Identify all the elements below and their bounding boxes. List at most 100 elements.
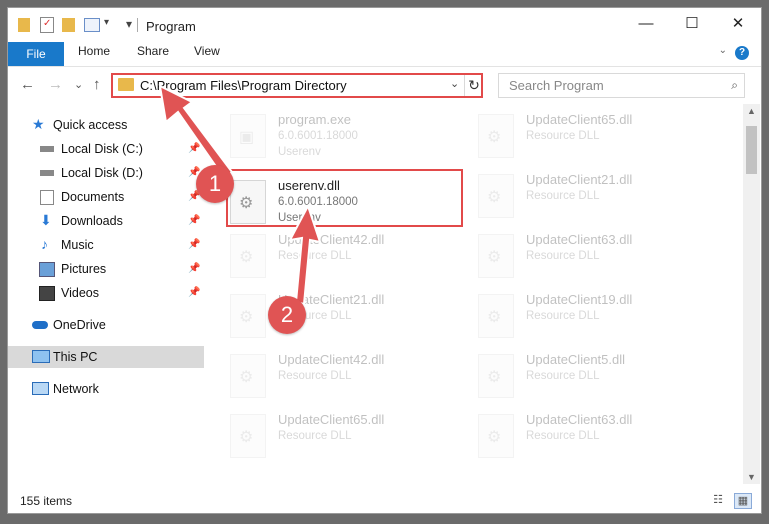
sidebar-item-onedrive[interactable]: OneDrive [8,314,204,336]
sidebar-item-label: Local Disk (C:) [61,142,143,156]
sidebar-item-quick-access[interactable]: ★ Quick access [8,114,204,136]
sidebar-item-label: This PC [53,350,98,364]
file-name: UpdateClient65.dll [526,112,633,127]
scroll-up-icon[interactable]: ▲ [743,106,760,116]
sidebar-item-label: OneDrive [53,318,106,332]
file-description: Resource DLL [526,370,600,382]
sidebar-item-videos[interactable]: Videos 📌 [8,282,204,304]
documents-icon [40,190,54,205]
network-icon [32,382,49,395]
file-version: 6.0.6001.18000 [278,130,358,142]
vertical-scrollbar[interactable]: ▲ ▼ [743,104,760,484]
pin-icon[interactable]: 📌 [188,287,200,298]
tab-share[interactable]: Share [137,44,169,58]
help-icon[interactable]: ? [735,46,749,60]
dll-icon: ⚙ [478,234,514,278]
file-item[interactable]: ▣ program.exe 6.0.6001.18000 Userenv [226,108,456,166]
dll-icon: ⚙ [230,414,266,458]
videos-icon [39,286,55,301]
dll-icon: ⚙ [478,294,514,338]
file-name: UpdateClient65.dll [278,412,385,427]
file-item[interactable]: ⚙ UpdateClient63.dll Resource DLL [474,408,704,466]
pin-icon[interactable]: 📌 [188,239,200,250]
pin-icon[interactable]: 📌 [188,215,200,226]
large-icons-view-icon[interactable]: ▦ [734,493,752,509]
file-item[interactable]: ⚙ UpdateClient21.dll Resource DLL [226,288,456,346]
sidebar-item-local-disk-c[interactable]: Local Disk (C:) 📌 [8,138,204,160]
search-icon[interactable]: ⌕ [731,78,738,93]
close-button[interactable]: ✕ [715,8,761,40]
customize-toolbar-icon[interactable] [84,18,100,32]
file-name: program.exe [278,112,351,127]
chevron-down-icon[interactable]: ▾ [104,17,109,31]
file-description: Resource DLL [526,250,600,262]
sidebar-item-label: Pictures [61,262,107,276]
dll-icon: ⚙ [478,174,514,218]
file-item[interactable]: ⚙ UpdateClient65.dll Resource DLL [226,408,456,466]
address-highlight-box [111,73,483,98]
item-count: 155 items [20,494,73,508]
scroll-down-icon[interactable]: ▼ [743,472,760,482]
sidebar-item-label: Documents [61,190,125,204]
dll-icon: ⚙ [478,114,514,158]
drive-icon [40,146,54,152]
file-name: UpdateClient21.dll [526,172,633,187]
forward-button[interactable]: → [48,76,63,93]
title-bar: ✓ ▾ ▾ Program — ☐ ✕ [8,8,761,40]
pin-icon[interactable]: 📌 [188,263,200,274]
file-name: UpdateClient19.dll [526,292,633,307]
file-description: Resource DLL [278,430,352,442]
file-item[interactable]: ⚙ UpdateClient19.dll Resource DLL [474,288,704,346]
sidebar-item-documents[interactable]: Documents 📌 [8,186,204,208]
file-name: UpdateClient42.dll [278,232,385,247]
scroll-thumb[interactable] [746,126,757,174]
step-badge-1: 1 [196,165,234,203]
search-box[interactable]: Search Program ⌕ [498,73,745,98]
drive-icon [40,170,54,176]
file-description: Userenv [278,146,321,158]
up-button[interactable]: ↑ [93,76,101,93]
exe-icon: ▣ [230,114,266,158]
tab-home[interactable]: Home [78,44,110,58]
file-name: UpdateClient63.dll [526,232,633,247]
tab-file[interactable]: File [8,42,64,66]
tab-view[interactable]: View [194,44,220,58]
file-item[interactable]: ⚙ UpdateClient42.dll Resource DLL [226,348,456,406]
computer-icon [32,350,50,363]
file-name: UpdateClient63.dll [526,412,633,427]
details-view-icon[interactable]: ☷ [710,493,726,507]
maximize-button[interactable]: ☐ [669,8,715,40]
sidebar-item-label: Local Disk (D:) [61,166,143,180]
cloud-icon [32,321,48,329]
back-button[interactable]: ← [20,76,35,93]
minimize-button[interactable]: — [623,8,669,40]
file-item[interactable]: ⚙ UpdateClient21.dll Resource DLL [474,168,704,226]
file-name: UpdateClient5.dll [526,352,626,367]
collapse-ribbon-icon[interactable]: ⌄ [719,45,727,56]
sidebar-item-local-disk-d[interactable]: Local Disk (D:) 📌 [8,162,204,184]
quick-access-dropdown-icon[interactable]: ▾ [126,17,132,31]
new-folder-icon[interactable] [62,18,75,32]
sidebar-item-label: Downloads [61,214,123,228]
file-description: Resource DLL [526,430,600,442]
sidebar-item-network[interactable]: Network [8,378,204,400]
file-item[interactable]: ⚙ UpdateClient63.dll Resource DLL [474,228,704,286]
file-item[interactable]: ⚙ UpdateClient42.dll Resource DLL [226,228,456,286]
folder-icon [18,18,30,32]
file-item[interactable]: ⚙ UpdateClient5.dll Resource DLL [474,348,704,406]
sidebar-item-label: Music [61,238,94,252]
title-divider [137,18,138,32]
sidebar-item-music[interactable]: ♪ Music 📌 [8,234,204,256]
navigation-pane: ★ Quick access Local Disk (C:) 📌 Local D… [8,104,204,484]
properties-icon[interactable]: ✓ [40,17,54,33]
recent-locations-button[interactable]: ⌄ [74,78,83,91]
sidebar-item-this-pc[interactable]: This PC [8,346,204,368]
file-item[interactable]: ⚙ UpdateClient65.dll Resource DLL [474,108,704,166]
dll-icon: ⚙ [230,354,266,398]
status-bar: 155 items ☷ ▦ [8,488,761,513]
sidebar-item-downloads[interactable]: ⬇ Downloads 📌 [8,210,204,232]
explorer-window: ✓ ▾ ▾ Program — ☐ ✕ File Home Share View… [8,8,761,513]
sidebar-item-pictures[interactable]: Pictures 📌 [8,258,204,280]
window-title: Program [146,19,196,34]
pin-icon[interactable]: 📌 [188,143,200,154]
